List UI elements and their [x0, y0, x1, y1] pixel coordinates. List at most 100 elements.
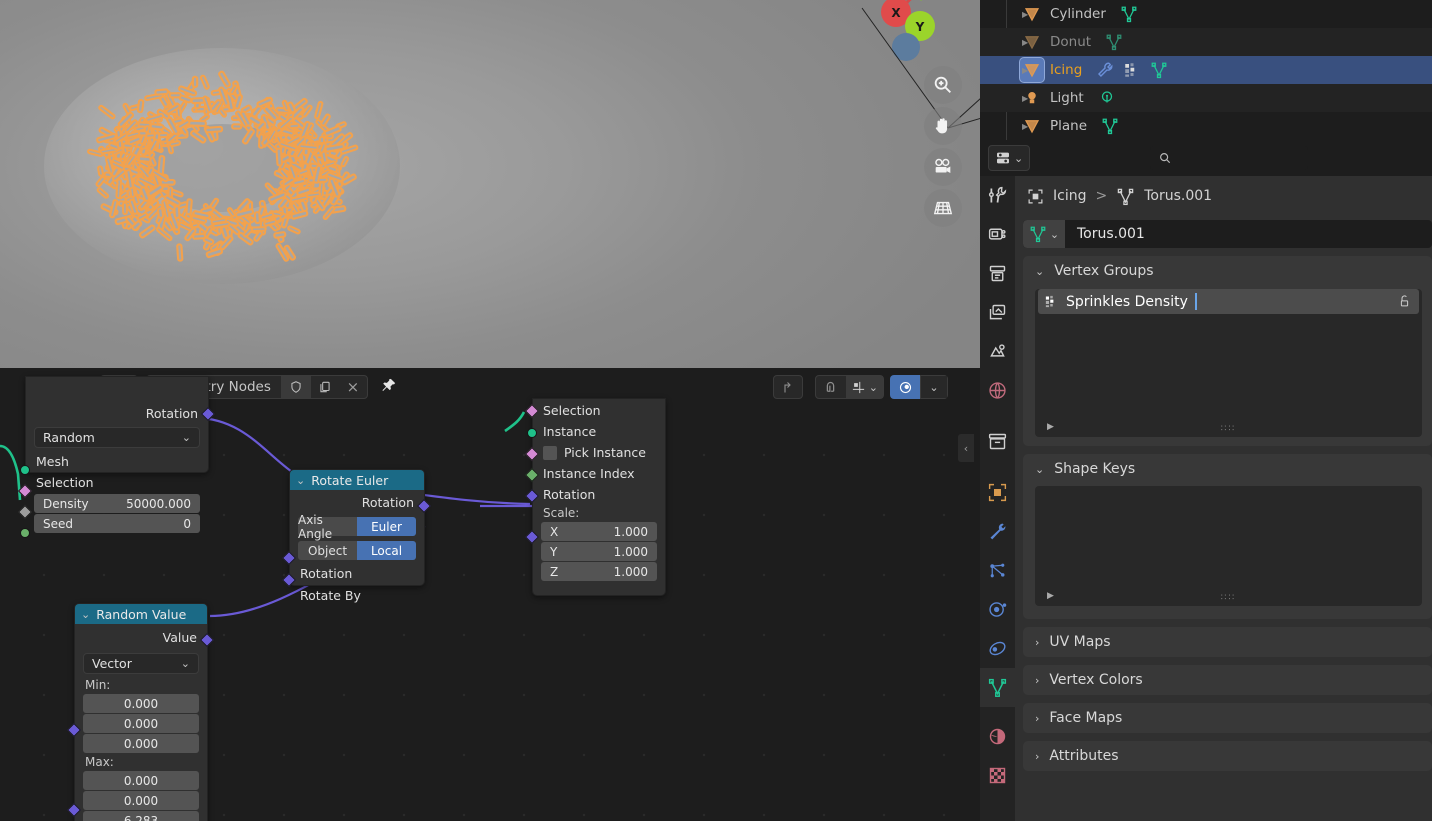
mesh-data-browse-button[interactable]: ⌄ [1023, 220, 1065, 248]
pin-icon[interactable] [380, 377, 397, 398]
camera-icon[interactable] [924, 148, 962, 186]
breadcrumb-object[interactable]: Icing [1053, 188, 1086, 204]
outliner-row-label[interactable]: Donut [1050, 34, 1091, 50]
local-space-option[interactable]: Local [357, 541, 416, 560]
disclosure-triangle-icon[interactable]: ▶ [1022, 38, 1028, 47]
properties-tab-view-layer[interactable] [980, 293, 1015, 332]
distribute-method-dropdown[interactable]: Random ⌄ [34, 427, 200, 448]
properties-editor[interactable]: ⌄ Icing > Torus.001 ⌄ Torus.001 ⌄ Vertex… [980, 140, 1432, 821]
field-seed[interactable]: Seed 0 [34, 514, 200, 533]
light-data-icon[interactable] [1098, 89, 1116, 107]
geometry-node-editor[interactable]: ⌄ Geometry Nodes × [0, 368, 980, 821]
socket-density-in[interactable] [17, 504, 33, 520]
field-scale-z[interactable]: Z 1.000 [541, 562, 657, 581]
field-min-y[interactable]: 0.000 [83, 714, 199, 733]
socket-mesh-in[interactable] [20, 465, 30, 475]
snapping-group[interactable]: ⌄ [814, 375, 884, 399]
rotate-euler-space-toggle[interactable]: Object Local [298, 541, 416, 560]
outliner-row-donut[interactable]: ▶ Donut [980, 28, 1432, 56]
search-input[interactable] [1150, 146, 1309, 170]
fake-user-shield-icon[interactable] [280, 376, 311, 398]
node-distribute-points-on-faces[interactable]: Rotation Random ⌄ Mesh Selection Density [17, 376, 216, 538]
parent-node-tree-button[interactable] [772, 375, 803, 399]
panel-shape-keys[interactable]: ⌄ Shape Keys ▶ ∷∷ [1023, 454, 1432, 619]
properties-body[interactable]: Icing > Torus.001 ⌄ Torus.001 ⌄ Vertex G… [1015, 176, 1432, 821]
panel-vertex-groups[interactable]: ⌄ Vertex Groups Sprinkles Density ▶ ∷∷ [1023, 256, 1432, 446]
field-max-y[interactable]: 0.000 [83, 791, 199, 810]
node-instance-on-points[interactable]: Selection Instance Pick Instance Instanc… [524, 398, 666, 596]
chevron-down-icon[interactable]: ⌄ [296, 474, 305, 487]
node-canvas[interactable]: Rotation Random ⌄ Mesh Selection Density [0, 376, 980, 821]
properties-editor-type-button[interactable]: ⌄ [988, 145, 1031, 171]
unlock-icon[interactable] [1396, 294, 1413, 309]
properties-tab-tool[interactable] [980, 176, 1015, 215]
panel-header-shape-keys[interactable]: ⌄ Shape Keys [1023, 454, 1432, 484]
overlays-toggle-icon[interactable] [890, 375, 920, 399]
hand-icon[interactable] [924, 107, 962, 145]
panel-attributes[interactable]: › Attributes [1023, 741, 1432, 771]
disclosure-triangle-icon[interactable]: ▶ [1022, 122, 1028, 131]
object-space-option[interactable]: Object [298, 541, 357, 560]
outliner-row-light[interactable]: ▶ Light [980, 84, 1432, 112]
properties-tab-world[interactable] [980, 371, 1015, 410]
panel-header-vertex-groups[interactable]: ⌄ Vertex Groups [1023, 256, 1432, 286]
panel-header-vertex-colors[interactable]: › Vertex Colors [1023, 665, 1432, 695]
overlays-group[interactable]: ⌄ [890, 375, 948, 399]
outliner[interactable]: ▶ Cylinder ▶ Donut ▶ Icing ▶ Light ▶ Plane [980, 0, 1432, 140]
panel-uv-maps[interactable]: › UV Maps [1023, 627, 1432, 657]
properties-tab-column[interactable] [980, 176, 1015, 821]
mesh-data-icon[interactable] [1120, 5, 1138, 23]
outliner-row-label[interactable]: Plane [1050, 118, 1087, 134]
list-filter-toggle-icon[interactable]: ▶ [1047, 591, 1054, 601]
properties-tab-modifiers[interactable] [980, 512, 1015, 551]
properties-tab-object-data[interactable] [980, 668, 1015, 707]
socket-min-in[interactable] [66, 722, 82, 738]
chevron-down-icon[interactable]: ⌄ [81, 608, 90, 621]
properties-tab-object[interactable] [980, 473, 1015, 512]
breadcrumb-data[interactable]: Torus.001 [1144, 188, 1212, 204]
node-rotate-euler[interactable]: ⌄ Rotate Euler Rotation Axis Angle Euler… [281, 469, 432, 603]
field-max-x[interactable]: 0.000 [83, 771, 199, 790]
properties-tab-texture[interactable] [980, 756, 1015, 795]
node-header-rotate-euler[interactable]: ⌄ Rotate Euler [290, 470, 424, 490]
shape-key-list[interactable]: ▶ ∷∷ [1035, 486, 1422, 606]
mesh-name-value[interactable]: Torus.001 [1065, 226, 1145, 242]
panel-face-maps[interactable]: › Face Maps [1023, 703, 1432, 733]
socket-seed-in[interactable] [20, 528, 30, 538]
field-min-x[interactable]: 0.000 [83, 694, 199, 713]
mesh-data-icon[interactable] [1101, 117, 1119, 135]
new-node-tree-icon[interactable] [311, 376, 339, 398]
grid-perspective-icon[interactable] [924, 189, 962, 227]
node-header-random-value[interactable]: ⌄ Random Value [75, 604, 207, 624]
list-item-vertex-group[interactable]: Sprinkles Density [1038, 289, 1419, 314]
axis-angle-option[interactable]: Axis Angle [298, 513, 357, 541]
wrench-modifier-icon[interactable] [1096, 61, 1114, 79]
field-max-z[interactable]: 6.283 [83, 811, 199, 821]
outliner-row-plane[interactable]: ▶ Plane [980, 112, 1432, 140]
random-value-type-dropdown[interactable]: Vector ⌄ [83, 653, 199, 674]
snap-magnet-icon[interactable] [816, 380, 846, 395]
properties-tab-collection[interactable] [980, 422, 1015, 461]
outliner-row-icing[interactable]: ▶ Icing [980, 56, 1432, 84]
panel-header-face-maps[interactable]: › Face Maps [1023, 703, 1432, 733]
field-scale-x[interactable]: X 1.000 [541, 522, 657, 541]
field-scale-y[interactable]: Y 1.000 [541, 542, 657, 561]
vertex-group-icon[interactable] [1123, 61, 1141, 79]
properties-tab-output[interactable] [980, 254, 1015, 293]
snap-target-button[interactable]: ⌄ [845, 376, 883, 398]
overlays-dropdown-icon[interactable]: ⌄ [920, 375, 948, 399]
mesh-data-icon[interactable] [1105, 33, 1123, 51]
properties-tab-physics[interactable] [980, 590, 1015, 629]
panel-header-uv-maps[interactable]: › UV Maps [1023, 627, 1432, 657]
field-min-z[interactable]: 0.000 [83, 734, 199, 753]
disclosure-triangle-icon[interactable]: ▶ [1022, 94, 1028, 103]
socket-scale-in[interactable] [524, 529, 540, 545]
outliner-row-cylinder[interactable]: ▶ Cylinder [980, 0, 1432, 28]
outliner-row-label[interactable]: Cylinder [1050, 6, 1106, 22]
field-density[interactable]: Density 50000.000 [34, 494, 200, 513]
mesh-name-field[interactable]: ⌄ Torus.001 [1023, 220, 1432, 248]
list-resize-grip[interactable]: ∷∷ [1221, 594, 1236, 603]
sidebar-expand-arrow-icon[interactable]: ‹ [958, 434, 974, 462]
node-random-value[interactable]: ⌄ Random Value Value Vector ⌄ Min: 0.000… [66, 603, 215, 821]
properties-tab-constraints[interactable] [980, 629, 1015, 668]
